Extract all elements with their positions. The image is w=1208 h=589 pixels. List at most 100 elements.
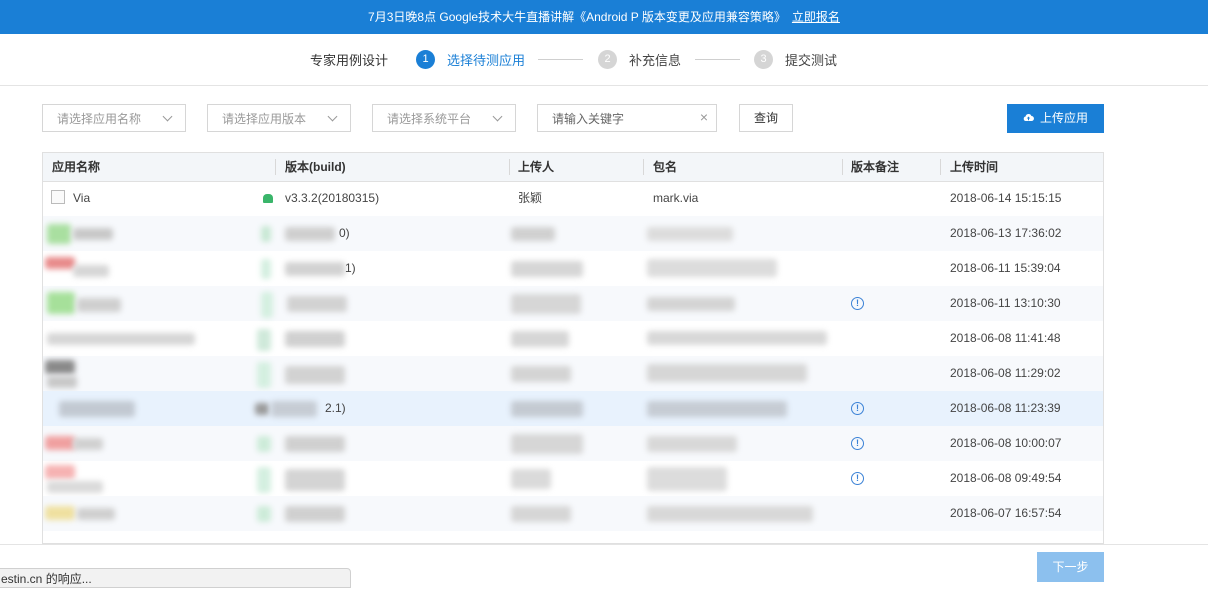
table-row[interactable]: ! 2018-06-08 10:00:07 xyxy=(43,426,1103,461)
table-row[interactable]: 1) 2018-06-11 15:39:04 xyxy=(43,251,1103,286)
redacted-text xyxy=(511,294,581,314)
app-image-icon xyxy=(45,465,75,479)
cell-version: 1) xyxy=(345,261,356,275)
column-header-upload-time: 上传时间 xyxy=(950,160,999,174)
cell-upload-time: 2018-06-08 09:49:54 xyxy=(950,471,1062,485)
android-icon xyxy=(257,362,271,388)
clear-icon[interactable]: × xyxy=(700,109,708,125)
step-connector xyxy=(695,59,740,60)
step-number: 3 xyxy=(754,49,773,69)
step-number: 2 xyxy=(598,49,617,69)
android-icon xyxy=(261,259,271,279)
column-header-version-note: 版本备注 xyxy=(851,160,900,174)
android-icon xyxy=(255,403,269,415)
cell-version: 2.1) xyxy=(325,401,346,415)
column-separator xyxy=(643,159,644,175)
redacted-text xyxy=(511,366,571,382)
android-icon xyxy=(257,329,271,351)
cell-uploader: 张颖 xyxy=(518,191,543,205)
chevron-down-icon xyxy=(162,111,173,122)
redacted-text xyxy=(285,227,335,241)
redacted-text xyxy=(511,506,571,522)
column-separator xyxy=(940,159,941,175)
redacted-text xyxy=(285,366,345,384)
app-image-icon xyxy=(45,436,75,450)
redacted-text xyxy=(47,333,195,345)
cell-version: 0) xyxy=(339,226,350,240)
app-image-icon xyxy=(51,190,65,204)
redacted-text xyxy=(647,506,813,522)
step-expert-case-design[interactable]: 专家用例设计 xyxy=(310,50,388,69)
redacted-text xyxy=(285,469,345,491)
info-circle-icon[interactable]: ! xyxy=(851,297,864,310)
platform-select[interactable]: 请选择系统平台 xyxy=(372,104,516,132)
column-separator xyxy=(509,159,510,175)
table-row[interactable]: 2018-06-08 11:29:02 xyxy=(43,356,1103,391)
upload-cloud-icon xyxy=(1023,105,1034,134)
step-progress: 专家用例设计 1 选择待测应用 2 补充信息 3 提交测试 xyxy=(0,34,1208,86)
step-label: 选择待测应用 xyxy=(447,52,526,68)
redacted-text xyxy=(271,401,317,417)
cell-upload-time: 2018-06-11 13:10:30 xyxy=(950,296,1061,310)
redacted-text xyxy=(647,436,737,452)
column-header-uploader: 上传人 xyxy=(518,160,555,174)
query-button[interactable]: 查询 xyxy=(739,104,793,132)
upload-app-button[interactable]: 上传应用 xyxy=(1007,104,1104,133)
redacted-text xyxy=(73,265,109,277)
step-submit-test: 3 提交测试 xyxy=(754,49,837,69)
redacted-text xyxy=(77,298,121,312)
redacted-text xyxy=(647,227,733,241)
table-row[interactable]: 2.1) ! 2018-06-08 11:23:39 xyxy=(43,391,1103,426)
redacted-text xyxy=(73,438,103,450)
banner-register-link[interactable]: 立即报名 xyxy=(792,10,840,24)
info-circle-icon[interactable]: ! xyxy=(851,472,864,485)
redacted-text xyxy=(285,506,345,522)
redacted-text xyxy=(511,469,551,489)
step-label: 补充信息 xyxy=(629,52,682,68)
redacted-text xyxy=(59,401,135,417)
cell-upload-time: 2018-06-11 15:39:04 xyxy=(950,261,1061,275)
column-separator xyxy=(275,159,276,175)
redacted-text xyxy=(77,508,115,520)
redacted-text xyxy=(647,467,727,491)
redacted-text xyxy=(647,364,807,382)
android-icon xyxy=(261,292,273,318)
next-step-button[interactable]: 下一步 xyxy=(1037,552,1104,582)
app-table: 应用名称 版本(build) 上传人 包名 版本备注 上传时间 Via v3.3… xyxy=(42,152,1104,544)
redacted-text xyxy=(73,228,113,240)
info-circle-icon[interactable]: ! xyxy=(851,402,864,415)
android-icon xyxy=(257,467,271,493)
table-row[interactable]: Via v3.3.2(20180315) 张颖 mark.via 2018-06… xyxy=(43,181,1103,216)
chevron-down-icon xyxy=(327,111,338,122)
table-row[interactable]: ! 2018-06-08 09:49:54 xyxy=(43,461,1103,496)
column-separator xyxy=(842,159,843,175)
android-icon xyxy=(263,194,273,203)
redacted-text xyxy=(287,296,347,312)
platform-select-placeholder: 请选择系统平台 xyxy=(387,111,472,126)
table-row[interactable]: 2018-06-08 11:41:48 xyxy=(43,321,1103,356)
redacted-text xyxy=(511,434,583,454)
upload-app-label: 上传应用 xyxy=(1039,111,1088,125)
keyword-input-placeholder: 请输入关键字 xyxy=(552,111,625,126)
redacted-text xyxy=(511,401,583,417)
app-name-select[interactable]: 请选择应用名称 xyxy=(42,104,186,132)
redacted-text xyxy=(647,401,787,417)
table-row[interactable]: 0) 2018-06-13 17:36:02 xyxy=(43,216,1103,251)
redacted-text xyxy=(511,331,569,347)
android-icon xyxy=(257,506,271,522)
step-label: 提交测试 xyxy=(785,52,838,68)
app-image-icon xyxy=(45,360,75,374)
step-select-app: 1 选择待测应用 xyxy=(416,49,525,69)
cell-upload-time: 2018-06-08 11:23:39 xyxy=(950,401,1061,415)
table-row[interactable]: 2018-06-07 16:57:54 xyxy=(43,496,1103,531)
app-image-icon xyxy=(47,224,71,244)
table-row[interactable]: ! 2018-06-11 13:10:30 xyxy=(43,286,1103,321)
banner-text: 7月3日晚8点 Google技术大牛直播讲解《Android P 版本变更及应用… xyxy=(368,10,786,24)
info-circle-icon[interactable]: ! xyxy=(851,437,864,450)
cell-upload-time: 2018-06-08 11:29:02 xyxy=(950,366,1061,380)
android-icon xyxy=(261,226,271,242)
app-name-select-placeholder: 请选择应用名称 xyxy=(57,111,142,126)
keyword-input[interactable]: 请输入关键字 × xyxy=(537,104,717,132)
cell-upload-time: 2018-06-13 17:36:02 xyxy=(950,226,1062,240)
app-version-select[interactable]: 请选择应用版本 xyxy=(207,104,351,132)
